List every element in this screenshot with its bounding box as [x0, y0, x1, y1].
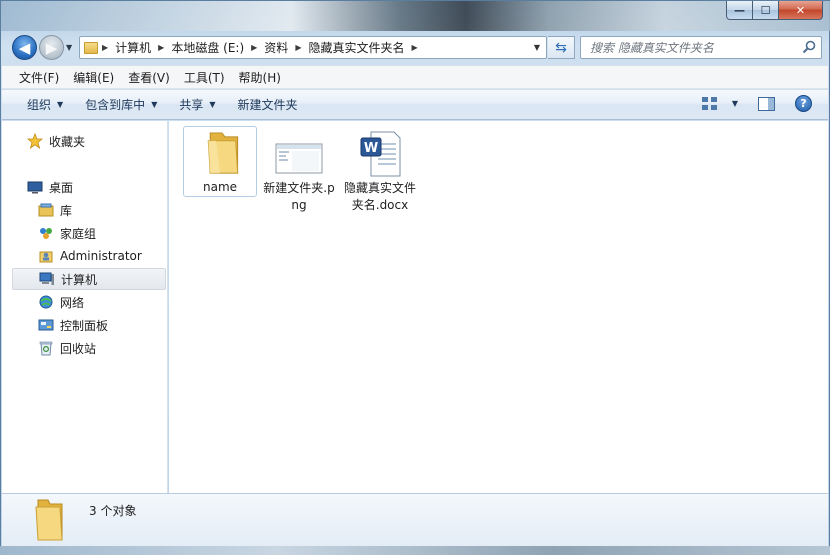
file-name: 新建文件夹.png	[263, 181, 335, 212]
file-name: name	[202, 180, 238, 194]
explorer-window: — ☐ ✕ ◀ ▶ ▼ ▶ 计算机 ▶ 本地磁盘 (E:) ▶ 资料 ▶ 隐藏真…	[0, 0, 830, 555]
sidebar-item-administrator[interactable]: Administrator	[12, 245, 166, 267]
sidebar-item-label: 家庭组	[60, 226, 97, 241]
chevron-down-icon[interactable]: ▼	[534, 43, 540, 52]
back-button[interactable]: ◀	[12, 35, 37, 60]
folder-icon	[84, 41, 98, 54]
sidebar-item-homegroup[interactable]: 家庭组	[12, 222, 166, 244]
command-bar: 组织 ▼ 包含到库中 ▼ 共享 ▼ 新建文件夹 ▼ ?	[2, 90, 828, 120]
toolbar-right-group: ▼ ?	[701, 95, 812, 112]
file-list-pane[interactable]: name 新建文件夹.png W 隐藏真实文件夹名.docx	[169, 121, 828, 493]
refresh-button[interactable]: ⇆	[548, 36, 575, 59]
title-bar[interactable]	[1, 1, 830, 31]
sidebar-item-label: 控制面板	[60, 318, 109, 333]
chevron-down-icon[interactable]: ▼	[732, 99, 738, 108]
menu-view[interactable]: 查看(V)	[121, 69, 177, 86]
png-thumbnail-icon	[275, 143, 323, 174]
sidebar-item-label: 回收站	[60, 341, 97, 356]
file-item-folder[interactable]: name	[183, 126, 257, 197]
breadcrumb-current-folder[interactable]: 隐藏真实文件夹名	[303, 39, 409, 56]
details-pane: 3 个对象	[2, 493, 828, 547]
sidebar-item-favorites[interactable]: 收藏夹	[12, 130, 166, 152]
svg-text:W: W	[364, 141, 378, 156]
folder-icon	[35, 499, 63, 541]
menu-bar: 文件(F) 编辑(E) 查看(V) 工具(T) 帮助(H)	[2, 65, 828, 89]
sidebar-item-control-panel[interactable]: 控制面板	[12, 314, 166, 336]
chevron-down-icon: ▼	[209, 100, 216, 109]
organize-button[interactable]: 组织 ▼	[16, 96, 74, 113]
window-controls: — ☐ ✕	[726, 1, 823, 20]
chevron-right-icon[interactable]: ▶	[100, 43, 110, 52]
word-document-icon: W	[360, 131, 401, 177]
chevron-right-icon[interactable]: ▶	[409, 43, 419, 52]
navigation-pane: 收藏夹 桌面 库 家庭组 Administrator 计算机 网络 控制面板 回…	[2, 121, 168, 493]
view-options-icon[interactable]	[701, 96, 718, 111]
menu-file[interactable]: 文件(F)	[12, 69, 66, 86]
file-item-png[interactable]: 新建文件夹.png	[262, 126, 336, 226]
file-item-docx[interactable]: W 隐藏真实文件夹名.docx	[343, 126, 417, 226]
navigation-row: ◀ ▶ ▼ ▶ 计算机 ▶ 本地磁盘 (E:) ▶ 资料 ▶ 隐藏真实文件夹名 …	[1, 32, 830, 62]
search-box[interactable]	[580, 36, 822, 59]
include-in-library-button[interactable]: 包含到库中 ▼	[74, 96, 168, 113]
menu-help[interactable]: 帮助(H)	[232, 69, 288, 86]
desktop-background	[0, 546, 830, 555]
sidebar-item-label: 桌面	[49, 180, 74, 195]
new-folder-button[interactable]: 新建文件夹	[227, 96, 309, 113]
chevron-right-icon[interactable]: ▶	[156, 43, 166, 52]
computer-icon	[39, 272, 54, 285]
network-icon	[39, 295, 53, 309]
organize-label: 组织	[27, 98, 52, 112]
refresh-icon: ⇆	[555, 39, 567, 56]
recent-pages-dropdown[interactable]: ▼	[66, 43, 72, 52]
homegroup-icon	[40, 228, 52, 239]
recycle-bin-icon	[39, 341, 53, 356]
star-icon	[27, 133, 43, 149]
address-bar[interactable]: ▶ 计算机 ▶ 本地磁盘 (E:) ▶ 资料 ▶ 隐藏真实文件夹名 ▶ ▼	[79, 36, 547, 59]
sidebar-item-library[interactable]: 库	[12, 199, 166, 221]
chevron-right-icon[interactable]: ▶	[293, 43, 303, 52]
forward-button[interactable]: ▶	[39, 35, 64, 60]
sidebar-item-label: 网络	[60, 295, 85, 310]
share-button[interactable]: 共享 ▼	[168, 96, 226, 113]
preview-pane-icon[interactable]	[758, 96, 775, 111]
help-icon[interactable]: ?	[795, 95, 812, 112]
breadcrumb-computer[interactable]: 计算机	[110, 39, 156, 56]
include-in-library-label: 包含到库中	[85, 98, 146, 112]
sidebar-item-label: Administrator	[60, 249, 142, 263]
folder-icon	[207, 132, 239, 174]
search-icon[interactable]	[802, 40, 816, 54]
menu-tools[interactable]: 工具(T)	[177, 69, 232, 86]
sidebar-item-label: 收藏夹	[49, 134, 86, 149]
breadcrumb-ziliao[interactable]: 资料	[259, 39, 293, 56]
file-name: 隐藏真实文件夹名.docx	[344, 181, 417, 212]
minimize-button[interactable]: —	[726, 1, 753, 20]
item-count: 3 个对象	[89, 504, 137, 518]
new-folder-label: 新建文件夹	[237, 98, 298, 112]
user-folder-icon	[39, 251, 53, 263]
library-icon	[38, 203, 54, 217]
close-button[interactable]: ✕	[779, 1, 823, 20]
sidebar-item-network[interactable]: 网络	[12, 291, 166, 313]
sidebar-item-computer[interactable]: 计算机	[12, 268, 166, 290]
chevron-down-icon: ▼	[151, 100, 158, 109]
maximize-button[interactable]: ☐	[753, 1, 779, 20]
desktop-icon	[27, 181, 43, 194]
chevron-down-icon: ▼	[57, 100, 64, 109]
menu-edit[interactable]: 编辑(E)	[66, 69, 121, 86]
sidebar-item-label: 库	[60, 203, 73, 218]
sidebar-item-desktop[interactable]: 桌面	[12, 176, 166, 198]
sidebar-item-recycle-bin[interactable]: 回收站	[12, 337, 166, 359]
breadcrumb-local-disk[interactable]: 本地磁盘 (E:)	[166, 39, 249, 56]
sidebar-item-label: 计算机	[61, 272, 98, 287]
share-label: 共享	[179, 98, 204, 112]
chevron-right-icon[interactable]: ▶	[249, 43, 259, 52]
search-input[interactable]	[590, 40, 795, 55]
control-panel-icon	[38, 319, 54, 331]
